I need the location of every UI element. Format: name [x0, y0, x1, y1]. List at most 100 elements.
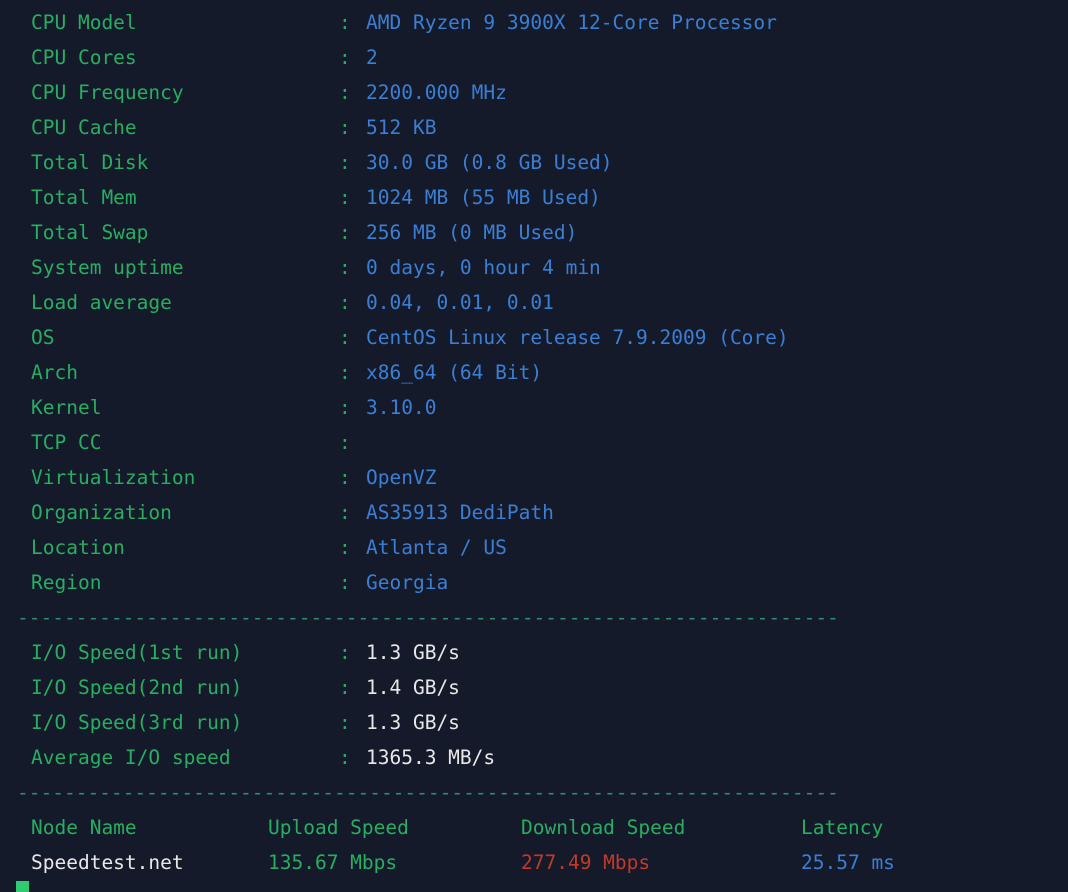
io-colon: :	[339, 676, 351, 699]
info-value: 0.04, 0.01, 0.01	[366, 291, 554, 314]
column-header-download-speed: Download Speed	[521, 816, 686, 839]
info-label: Total Disk	[31, 151, 149, 174]
info-colon: :	[339, 151, 351, 174]
info-label: Total Swap	[31, 221, 149, 244]
info-label: CPU Model	[31, 11, 137, 34]
separator-row: ----------------------------------------…	[0, 600, 1068, 635]
info-colon: :	[339, 571, 351, 594]
info-label: Location	[31, 536, 125, 559]
table-row: Speedtest.net 135.67 Mbps 277.49 Mbps 25…	[0, 845, 1068, 880]
info-value: 3.10.0	[366, 396, 437, 419]
cell-latency: 25.57 ms	[801, 851, 895, 874]
info-colon: :	[339, 431, 351, 454]
io-label: I/O Speed(2nd run)	[31, 676, 243, 699]
info-colon: :	[339, 291, 351, 314]
info-label: Load average	[31, 291, 172, 314]
info-value: 2	[366, 46, 378, 69]
info-label: Region	[31, 571, 102, 594]
info-colon: :	[339, 11, 351, 34]
info-row-total-mem: Total Mem : 1024 MB (55 MB Used)	[0, 180, 1068, 215]
info-row-location: Location : Atlanta / US	[0, 530, 1068, 565]
io-row-average: Average I/O speed : 1365.3 MB/s	[0, 740, 1068, 775]
info-row-cpu-frequency: CPU Frequency : 2200.000 MHz	[0, 75, 1068, 110]
info-label: TCP CC	[31, 431, 102, 454]
cell-upload-speed: 135.67 Mbps	[268, 851, 398, 874]
separator-row: ----------------------------------------…	[0, 775, 1068, 810]
separator-line: ----------------------------------------…	[17, 781, 839, 804]
io-label: I/O Speed(3rd run)	[31, 711, 243, 734]
info-row-tcp-cc: TCP CC :	[0, 425, 1068, 460]
info-row-os: OS : CentOS Linux release 7.9.2009 (Core…	[0, 320, 1068, 355]
info-row-region: Region : Georgia	[0, 565, 1068, 600]
info-row-cpu-cache: CPU Cache : 512 KB	[0, 110, 1068, 145]
info-colon: :	[339, 501, 351, 524]
info-colon: :	[339, 116, 351, 139]
column-header-upload-speed: Upload Speed	[268, 816, 409, 839]
io-value: 1365.3 MB/s	[366, 746, 496, 769]
info-row-load-average: Load average : 0.04, 0.01, 0.01	[0, 285, 1068, 320]
column-header-node-name: Node Name	[31, 816, 137, 839]
info-label: CPU Cores	[31, 46, 137, 69]
io-value: 1.3 GB/s	[366, 641, 460, 664]
info-colon: :	[339, 396, 351, 419]
info-value: 30.0 GB (0.8 GB Used)	[366, 151, 613, 174]
info-label: Organization	[31, 501, 172, 524]
cell-download-speed: 277.49 Mbps	[521, 851, 651, 874]
info-value: OpenVZ	[366, 466, 437, 489]
info-label: Kernel	[31, 396, 102, 419]
speedtest-header-row: Node Name Upload Speed Download Speed La…	[0, 810, 1068, 845]
info-label: Arch	[31, 361, 78, 384]
column-header-latency: Latency	[801, 816, 884, 839]
info-label: OS	[31, 326, 55, 349]
info-value: 1024 MB (55 MB Used)	[366, 186, 601, 209]
io-colon: :	[339, 641, 351, 664]
info-label: Virtualization	[31, 466, 196, 489]
io-value: 1.4 GB/s	[366, 676, 460, 699]
info-row-total-swap: Total Swap : 256 MB (0 MB Used)	[0, 215, 1068, 250]
info-colon: :	[339, 81, 351, 104]
cell-node-name: Speedtest.net	[31, 851, 184, 874]
info-label: CPU Frequency	[31, 81, 184, 104]
io-value: 1.3 GB/s	[366, 711, 460, 734]
info-value: CentOS Linux release 7.9.2009 (Core)	[366, 326, 789, 349]
info-colon: :	[339, 536, 351, 559]
info-label: CPU Cache	[31, 116, 137, 139]
terminal-output: CPU Model : AMD Ryzen 9 3900X 12-Core Pr…	[0, 5, 1068, 880]
info-row-total-disk: Total Disk : 30.0 GB (0.8 GB Used)	[0, 145, 1068, 180]
info-colon: :	[339, 466, 351, 489]
io-row-second-run: I/O Speed(2nd run) : 1.4 GB/s	[0, 670, 1068, 705]
separator-line: ----------------------------------------…	[17, 606, 839, 629]
info-row-system-uptime: System uptime : 0 days, 0 hour 4 min	[0, 250, 1068, 285]
info-colon: :	[339, 256, 351, 279]
info-value: AMD Ryzen 9 3900X 12-Core Processor	[366, 11, 777, 34]
io-row-first-run: I/O Speed(1st run) : 1.3 GB/s	[0, 635, 1068, 670]
info-row-cpu-model: CPU Model : AMD Ryzen 9 3900X 12-Core Pr…	[0, 5, 1068, 40]
info-value: Georgia	[366, 571, 449, 594]
info-colon: :	[339, 221, 351, 244]
io-row-third-run: I/O Speed(3rd run) : 1.3 GB/s	[0, 705, 1068, 740]
io-colon: :	[339, 746, 351, 769]
terminal-cursor	[16, 881, 29, 892]
info-colon: :	[339, 186, 351, 209]
io-label: Average I/O speed	[31, 746, 231, 769]
info-row-virtualization: Virtualization : OpenVZ	[0, 460, 1068, 495]
info-label: Total Mem	[31, 186, 137, 209]
info-colon: :	[339, 46, 351, 69]
info-value: Atlanta / US	[366, 536, 507, 559]
info-value: 0 days, 0 hour 4 min	[366, 256, 601, 279]
info-value: 512 KB	[366, 116, 437, 139]
info-row-cpu-cores: CPU Cores : 2	[0, 40, 1068, 75]
io-colon: :	[339, 711, 351, 734]
info-value: 2200.000 MHz	[366, 81, 507, 104]
info-row-organization: Organization : AS35913 DediPath	[0, 495, 1068, 530]
info-colon: :	[339, 361, 351, 384]
info-row-arch: Arch : x86_64 (64 Bit)	[0, 355, 1068, 390]
info-value: 256 MB (0 MB Used)	[366, 221, 578, 244]
info-colon: :	[339, 326, 351, 349]
info-label: System uptime	[31, 256, 184, 279]
info-value: x86_64 (64 Bit)	[366, 361, 543, 384]
terminal-window: CPU Model : AMD Ryzen 9 3900X 12-Core Pr…	[0, 0, 1068, 892]
io-label: I/O Speed(1st run)	[31, 641, 243, 664]
info-row-kernel: Kernel : 3.10.0	[0, 390, 1068, 425]
info-value: AS35913 DediPath	[366, 501, 554, 524]
